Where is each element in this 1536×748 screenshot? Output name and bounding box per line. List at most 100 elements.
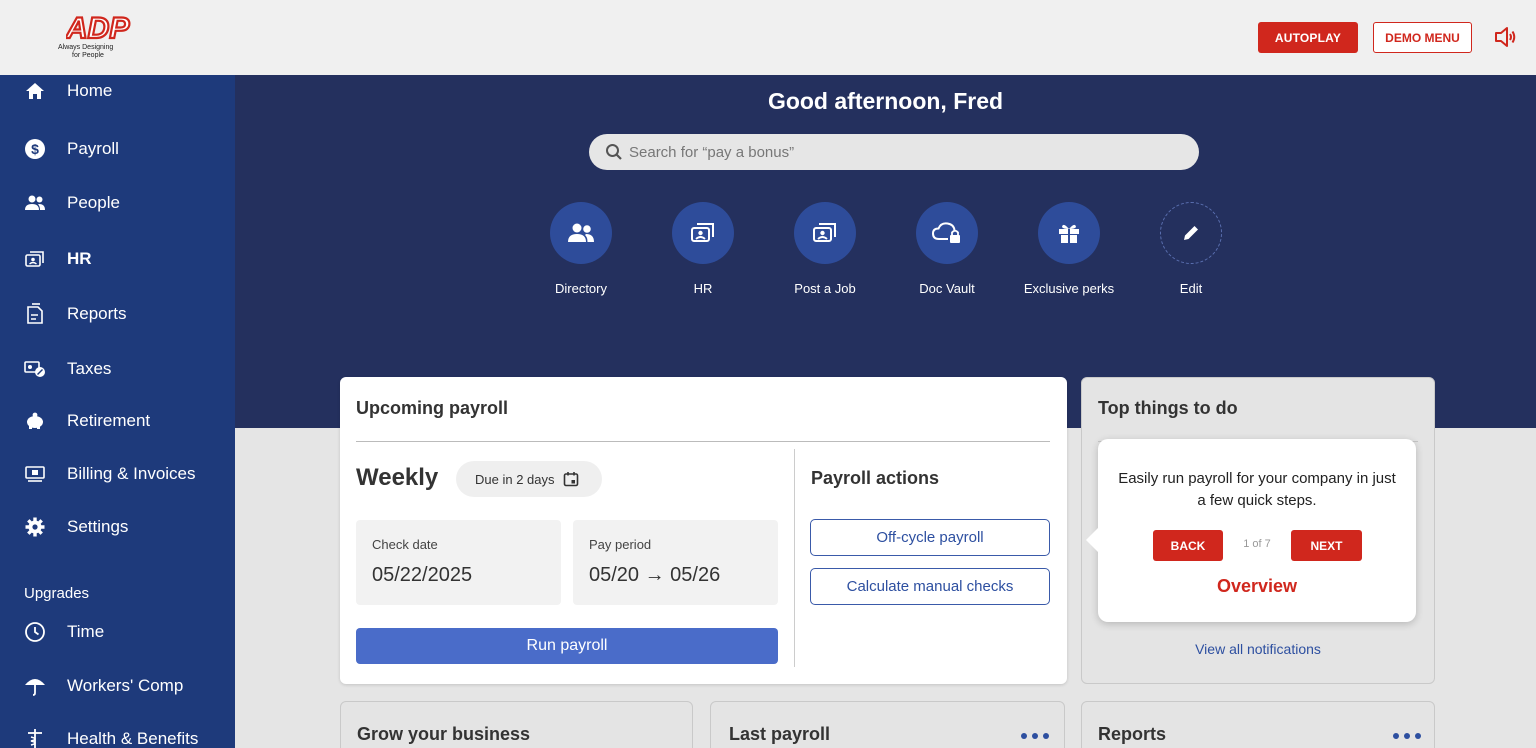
payroll-actions-title: Payroll actions xyxy=(811,468,940,488)
payroll-card-title: Upcoming payroll xyxy=(356,398,509,418)
tooltip-arrow xyxy=(1086,528,1098,552)
autoplay-button[interactable]: AUTOPLAY xyxy=(1258,22,1358,53)
sidebar-item-label: Reports xyxy=(67,304,127,323)
more-options-icon[interactable] xyxy=(1393,733,1421,741)
hr-icon xyxy=(24,248,46,270)
sidebar-item-label: People xyxy=(67,193,120,212)
billing-icon xyxy=(24,463,46,485)
sidebar-item-reports[interactable]: Reports xyxy=(0,296,235,332)
pay-period-value: 05/20 → 05/26 xyxy=(589,564,721,586)
sidebar-item-home[interactable]: Home xyxy=(0,73,235,109)
sidebar-item-label: HR xyxy=(67,249,92,268)
sidebar-item-workers-comp[interactable]: Workers' Comp xyxy=(0,668,235,704)
quick-action-label: HR xyxy=(693,281,713,296)
due-badge[interactable]: Due in 2 days xyxy=(456,461,602,497)
check-date-label: Check date xyxy=(372,537,438,552)
gift-icon xyxy=(1038,202,1100,264)
speaker-icon[interactable] xyxy=(1493,26,1517,48)
reports-card-title: Reports xyxy=(1098,724,1167,744)
people-icon xyxy=(24,192,46,214)
sidebar-item-taxes[interactable]: Taxes xyxy=(0,351,235,387)
search-icon xyxy=(606,144,622,160)
sidebar: Home $ Payroll People HR Reports Taxes R… xyxy=(0,75,235,748)
upgrades-heading: Upgrades xyxy=(24,585,90,602)
quick-action-edit[interactable]: Edit xyxy=(1131,202,1251,302)
tooltip-title: Overview xyxy=(1216,576,1298,596)
reports-card: Reports xyxy=(1081,701,1435,748)
view-all-notifications-link[interactable]: View all notifications xyxy=(1082,641,1434,657)
gear-icon xyxy=(24,516,46,538)
sidebar-item-label: Health & Benefits xyxy=(67,729,199,748)
step-counter: 1 of 7 xyxy=(1243,538,1271,550)
run-payroll-button[interactable]: Run payroll xyxy=(356,628,778,664)
quick-action-label: Edit xyxy=(1179,281,1203,296)
quick-action-exclusive-perks[interactable]: Exclusive perks xyxy=(1009,202,1129,302)
walkthrough-tooltip: Easily run payroll for your company in j… xyxy=(1086,439,1416,622)
demo-menu-button[interactable]: DEMO MENU xyxy=(1373,22,1472,53)
quick-action-label: Post a Job xyxy=(794,281,856,296)
search-bar[interactable] xyxy=(589,134,1199,170)
hero-banner: Good afternoon, Fred Directory HR Post a… xyxy=(235,75,1536,428)
next-button[interactable]: NEXT xyxy=(1291,530,1362,561)
caduceus-icon xyxy=(24,728,46,748)
quick-action-label: Exclusive perks xyxy=(1023,281,1115,296)
quick-action-label: Doc Vault xyxy=(919,281,975,296)
home-icon xyxy=(24,80,46,102)
todo-card-title: Top things to do xyxy=(1098,398,1238,418)
taxes-icon xyxy=(24,358,46,380)
quick-action-directory[interactable]: Directory xyxy=(521,202,641,302)
divider xyxy=(794,449,795,667)
sidebar-item-label: Taxes xyxy=(67,359,112,378)
logo-tagline: Always Designing for People xyxy=(58,44,138,60)
divider xyxy=(356,441,1050,442)
pencil-icon xyxy=(1160,202,1222,264)
dollar-icon: $ xyxy=(24,138,46,160)
sidebar-item-settings[interactable]: Settings xyxy=(0,509,235,545)
off-cycle-payroll-button[interactable]: Off-cycle payroll xyxy=(810,519,1050,556)
svg-text:$: $ xyxy=(31,141,39,157)
clock-icon xyxy=(24,621,46,643)
sidebar-item-retirement[interactable]: Retirement xyxy=(0,403,235,439)
cloud-lock-icon xyxy=(916,202,978,264)
grow-business-card: Grow your business xyxy=(340,701,693,748)
last-payroll-title: Last payroll xyxy=(729,724,831,744)
sidebar-item-label: Workers' Comp xyxy=(67,676,184,695)
calendar-icon xyxy=(563,472,578,487)
svg-text:ADP: ADP xyxy=(66,12,130,42)
back-button[interactable]: BACK xyxy=(1153,530,1223,561)
due-label: Due in 2 days xyxy=(475,471,555,487)
umbrella-icon xyxy=(24,675,46,697)
sidebar-item-billing[interactable]: Billing & Invoices xyxy=(0,456,235,492)
directory-icon xyxy=(550,202,612,264)
pay-period-label: Pay period xyxy=(589,537,652,552)
sidebar-item-label: Payroll xyxy=(67,139,119,158)
more-options-icon[interactable] xyxy=(1021,733,1049,741)
sidebar-item-label: Billing & Invoices xyxy=(67,464,196,483)
last-payroll-card: Last payroll xyxy=(710,701,1065,748)
adp-logo-mark: ADP xyxy=(66,12,131,42)
post-job-icon xyxy=(794,202,856,264)
calculate-manual-checks-button[interactable]: Calculate manual checks xyxy=(810,568,1050,605)
grow-card-title: Grow your business xyxy=(357,724,531,744)
quick-action-label: Directory xyxy=(554,281,607,296)
adp-logo[interactable]: ADP Always Designing for People xyxy=(58,12,138,64)
top-bar: ADP Always Designing for People AUTOPLAY… xyxy=(0,0,1536,75)
check-date-box: Check date 05/22/2025 xyxy=(356,520,561,605)
sidebar-item-people[interactable]: People xyxy=(0,185,235,221)
hr-icon xyxy=(672,202,734,264)
search-input[interactable] xyxy=(629,134,1189,170)
pay-period-box: Pay period 05/20 → 05/26 xyxy=(573,520,778,605)
logo-tagline-line1: Always Designing xyxy=(58,44,114,51)
quick-action-hr[interactable]: HR xyxy=(643,202,763,302)
sidebar-item-label: Time xyxy=(67,622,105,641)
sidebar-item-health-benefits[interactable]: Health & Benefits xyxy=(0,721,235,748)
check-date-value: 05/22/2025 xyxy=(372,564,473,586)
sidebar-item-label: Home xyxy=(67,81,113,100)
sidebar-item-hr[interactable]: HR xyxy=(0,241,235,277)
quick-action-doc-vault[interactable]: Doc Vault xyxy=(887,202,1007,302)
sidebar-item-payroll[interactable]: $ Payroll xyxy=(0,131,235,167)
sidebar-item-time[interactable]: Time xyxy=(0,614,235,650)
quick-action-post-job[interactable]: Post a Job xyxy=(765,202,885,302)
sidebar-item-label: Settings xyxy=(67,517,129,536)
sidebar-item-label: Retirement xyxy=(67,411,151,430)
